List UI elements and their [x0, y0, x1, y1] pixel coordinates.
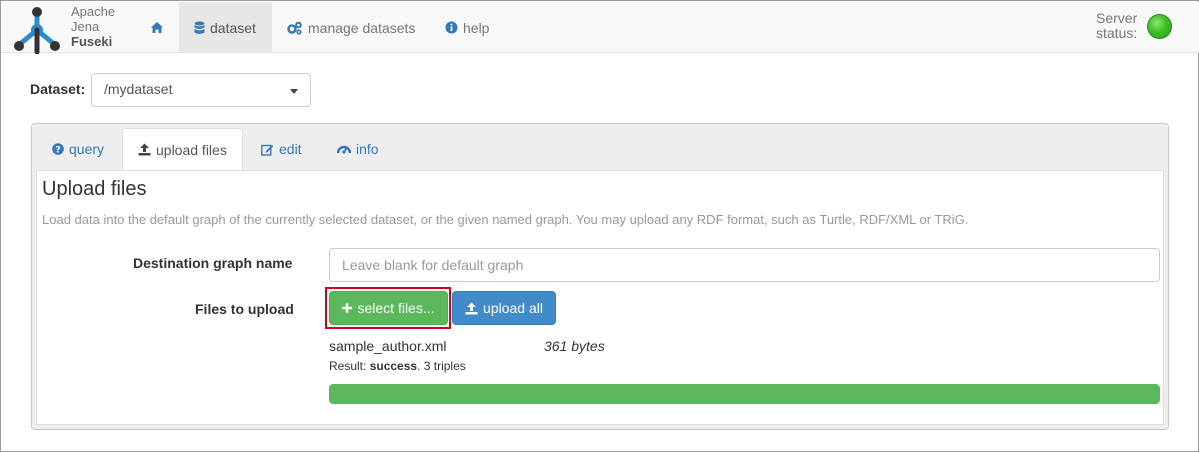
- nav-dataset[interactable]: dataset: [179, 2, 272, 53]
- tab-query[interactable]: ? query: [37, 128, 119, 170]
- upload-all-button[interactable]: upload all: [452, 291, 556, 325]
- tab-info-label: info: [356, 141, 379, 157]
- uploaded-file-name: sample_author.xml: [329, 338, 447, 354]
- upload-description: Load data into the default graph of the …: [42, 212, 969, 227]
- info-circle-icon: [445, 21, 458, 34]
- brand-line-3: Fuseki: [71, 34, 113, 49]
- tab-edit[interactable]: edit: [246, 128, 317, 170]
- nav-help[interactable]: help: [430, 2, 504, 53]
- dataset-panel: ? query upload files edit info Upload fi…: [31, 123, 1169, 430]
- upload-result-suffix: . 3 triples: [417, 359, 466, 373]
- dataset-selected-value: /mydataset: [104, 81, 173, 97]
- edit-icon: [261, 144, 274, 156]
- nav-dataset-label: dataset: [210, 19, 256, 36]
- database-icon: [194, 21, 205, 34]
- tab-info[interactable]: info: [322, 128, 394, 170]
- brand[interactable]: Apache Jena Fuseki: [12, 4, 132, 54]
- uploaded-file-size: 361 bytes: [544, 338, 605, 354]
- brand-line-2: Jena: [71, 19, 100, 34]
- plus-icon: [342, 303, 353, 313]
- brand-line-1: Apache: [71, 4, 116, 19]
- server-status-line-2: status:: [1096, 25, 1138, 41]
- select-files-label: select files...: [357, 300, 435, 316]
- server-status-label: Server status:: [1096, 11, 1137, 41]
- question-circle-icon: ?: [52, 143, 64, 155]
- dataset-select[interactable]: /mydataset: [91, 73, 311, 107]
- server-status-indicator: [1147, 14, 1172, 39]
- upload-result-status: success: [369, 359, 418, 373]
- svg-text:?: ?: [55, 145, 60, 155]
- nav-help-label: help: [463, 19, 490, 36]
- nav-home[interactable]: [140, 2, 179, 53]
- tab-upload-files[interactable]: upload files: [122, 128, 243, 171]
- home-icon: [151, 22, 163, 33]
- caret-down-icon: [290, 89, 298, 94]
- upload-tab-content: Upload files Load data into the default …: [36, 170, 1164, 425]
- tab-edit-label: edit: [279, 141, 302, 157]
- dataset-label: Dataset:: [30, 81, 86, 97]
- upload-result-prefix: Result:: [329, 359, 370, 373]
- tab-upload-label: upload files: [156, 141, 227, 158]
- destination-graph-input[interactable]: [329, 248, 1160, 282]
- destination-graph-label: Destination graph name: [133, 255, 293, 271]
- upload-icon: [138, 143, 151, 156]
- fuseki-logo-icon: [14, 7, 60, 54]
- nav-manage-label: manage datasets: [308, 19, 416, 36]
- nav-manage-datasets[interactable]: manage datasets: [272, 2, 430, 53]
- brand-text: Apache Jena Fuseki: [71, 4, 115, 49]
- server-status-line-1: Server: [1096, 10, 1138, 26]
- navbar: Apache Jena Fuseki dataset manage datase…: [2, 2, 1199, 54]
- upload-icon: [465, 302, 478, 314]
- select-files-button[interactable]: select files...: [329, 291, 448, 325]
- upload-title: Upload files: [42, 178, 147, 200]
- upload-result: Result: success. 3 triples: [329, 359, 466, 373]
- app-frame: Apache Jena Fuseki dataset manage datase…: [0, 0, 1199, 452]
- tab-query-label: query: [69, 141, 105, 157]
- upload-progress: [329, 384, 1160, 404]
- upload-progress-bar: [329, 384, 1160, 404]
- upload-all-label: upload all: [483, 300, 543, 316]
- cogs-icon: [287, 21, 302, 35]
- dashboard-icon: [337, 145, 351, 154]
- files-to-upload-label: Files to upload: [195, 301, 294, 317]
